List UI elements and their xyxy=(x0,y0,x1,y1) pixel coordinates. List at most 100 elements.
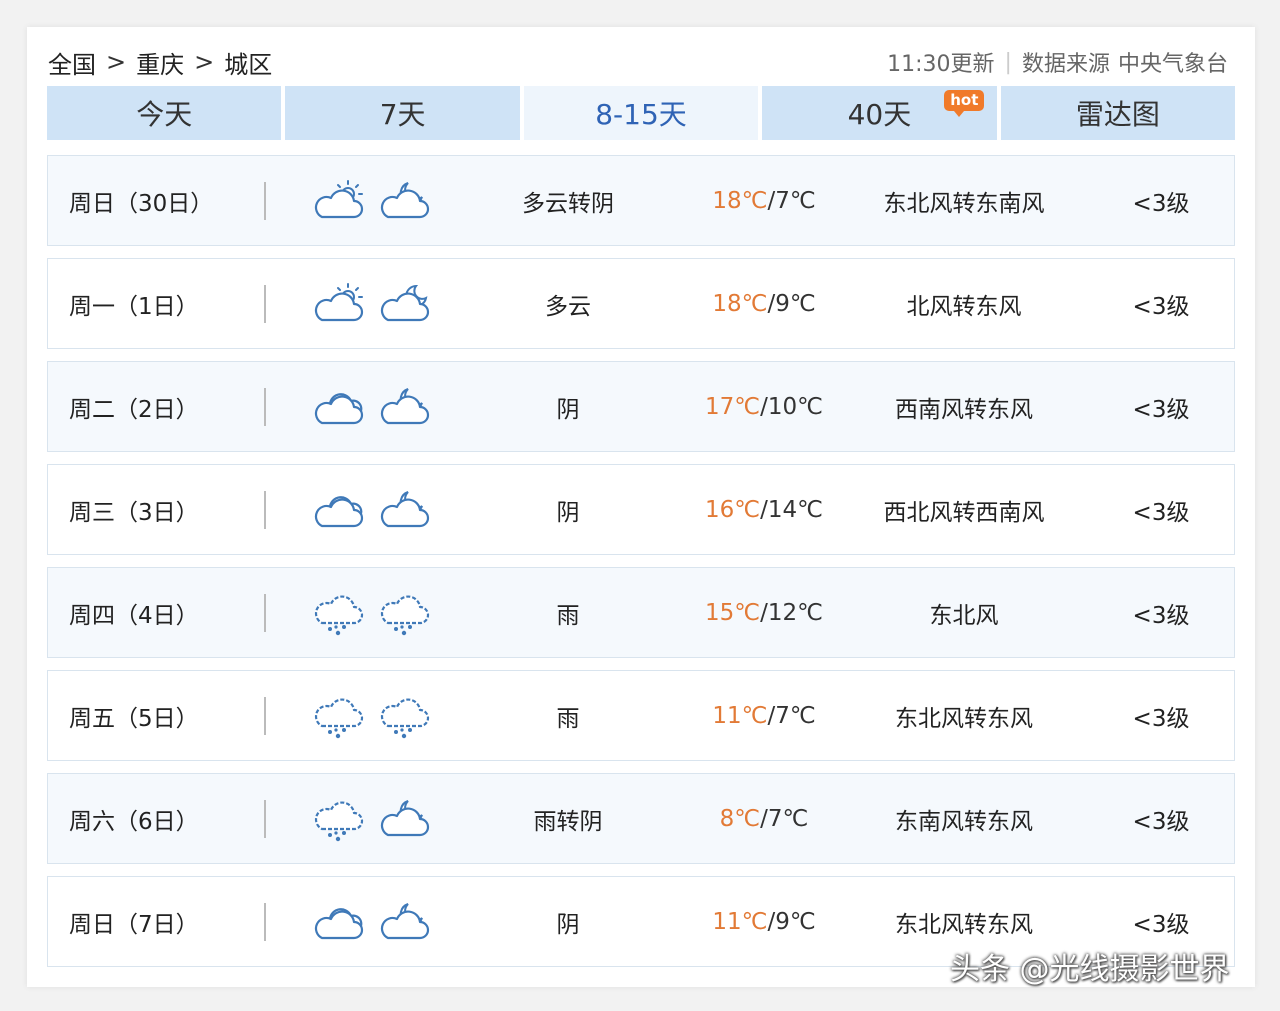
temperature-separator: / xyxy=(760,393,768,420)
row-divider xyxy=(264,182,266,220)
row-divider xyxy=(264,491,266,529)
forecast-row: 周六（6日） 雨转阴 8℃/7℃ 东南风转东风 <3级 xyxy=(47,773,1235,864)
high-temperature: 18℃ xyxy=(712,187,768,214)
day-label: 周四（4日） xyxy=(69,602,199,629)
row-divider xyxy=(264,800,266,838)
weather-icons xyxy=(310,877,430,966)
row-divider xyxy=(264,285,266,323)
row-divider xyxy=(264,697,266,735)
overcast-icon xyxy=(310,383,366,431)
high-temperature: 8℃ xyxy=(719,805,761,832)
high-temperature: 16℃ xyxy=(705,496,761,523)
temperature-range: 18℃/7℃ xyxy=(664,156,864,245)
temperature-range: 11℃/7℃ xyxy=(664,671,864,760)
forecast-tabs: 今天 7天 8-15天 40天 hot 雷达图 xyxy=(47,86,1236,140)
tab-label: 雷达图 xyxy=(1075,98,1160,131)
temperature-range: 11℃/9℃ xyxy=(664,877,864,966)
partly-cloudy-day-icon xyxy=(310,177,366,225)
tab-40-days[interactable]: 40天 hot xyxy=(762,86,997,140)
forecast-row: 周四（4日） 雨 15℃/12℃ 东北风 <3级 xyxy=(47,567,1235,658)
weather-icons xyxy=(310,774,430,863)
partly-cloudy-night-icon xyxy=(376,795,432,843)
update-time: 11:30更新 xyxy=(887,52,995,77)
temperature-separator: / xyxy=(767,702,776,729)
day-label: 周二（2日） xyxy=(69,396,199,423)
hot-badge: hot xyxy=(944,90,985,117)
breadcrumb-separator: > xyxy=(106,48,127,76)
forecast-row: 周日（30日） 多云转阴 18℃/7℃ 东北风转东南风 <3级 xyxy=(47,155,1235,246)
tab-label: 40天 xyxy=(847,98,912,131)
temperature-separator: / xyxy=(760,599,768,626)
tab-label: 7天 xyxy=(379,98,426,131)
low-temperature: 7℃ xyxy=(767,805,809,832)
weather-description: 雨 xyxy=(556,602,580,629)
wind-level: <3级 xyxy=(1132,396,1190,423)
breadcrumb-city[interactable]: 重庆 xyxy=(136,45,184,80)
wind-direction: 东南风转东风 xyxy=(895,808,1033,835)
weather-description: 雨 xyxy=(556,705,580,732)
temperature-separator: / xyxy=(760,805,768,832)
temperature-separator: / xyxy=(767,290,776,317)
partly-cloudy-night-icon xyxy=(376,898,432,946)
weather-icons xyxy=(310,568,430,657)
breadcrumb-country[interactable]: 全国 xyxy=(48,45,96,80)
tab-7-days[interactable]: 7天 xyxy=(285,86,520,140)
forecast-row: 周二（2日） 阴 17℃/10℃ 西南风转东风 <3级 xyxy=(47,361,1235,452)
wind-direction: 东北风 xyxy=(929,602,999,629)
temperature-range: 17℃/10℃ xyxy=(664,362,864,451)
weather-icons xyxy=(310,362,430,451)
wind-level: <3级 xyxy=(1132,293,1190,320)
rain-icon xyxy=(310,795,366,843)
wind-direction: 西北风转西南风 xyxy=(883,499,1045,526)
weather-icons xyxy=(310,259,430,348)
low-temperature: 14℃ xyxy=(767,496,823,523)
row-divider xyxy=(264,903,266,941)
forecast-row: 周三（3日） 阴 16℃/14℃ 西北风转西南风 <3级 xyxy=(47,464,1235,555)
weather-description: 阴 xyxy=(556,396,580,423)
wind-level: <3级 xyxy=(1132,705,1190,732)
low-temperature: 7℃ xyxy=(775,187,816,214)
overcast-icon xyxy=(310,486,366,534)
weather-icons xyxy=(310,671,430,760)
temperature-range: 18℃/9℃ xyxy=(664,259,864,348)
temperature-range: 15℃/12℃ xyxy=(664,568,864,657)
weather-description: 多云 xyxy=(545,293,591,320)
forecast-row: 周一（1日） 多云 18℃/9℃ 北风转东风 <3级 xyxy=(47,258,1235,349)
temperature-separator: / xyxy=(760,496,768,523)
low-temperature: 9℃ xyxy=(775,290,816,317)
low-temperature: 9℃ xyxy=(775,908,816,935)
low-temperature: 7℃ xyxy=(775,702,816,729)
source-value: 中央气象台 xyxy=(1117,52,1228,77)
forecast-list: 周日（30日） 多云转阴 18℃/7℃ 东北风转东南风 <3级 周一（1日） 多云 18℃/9… xyxy=(47,155,1235,979)
wind-direction: 西南风转东风 xyxy=(895,396,1033,423)
tab-today[interactable]: 今天 xyxy=(47,86,282,140)
update-meta: 11:30更新 | 数据来源 中央气象台 xyxy=(887,46,1228,78)
partly-cloudy-day-icon xyxy=(310,280,366,328)
day-label: 周一（1日） xyxy=(69,293,199,320)
breadcrumb-district[interactable]: 城区 xyxy=(224,45,272,80)
rain-icon xyxy=(376,589,432,637)
forecast-row: 周五（5日） 雨 11℃/7℃ 东北风转东风 <3级 xyxy=(47,670,1235,761)
day-label: 周五（5日） xyxy=(69,705,199,732)
tab-radar[interactable]: 雷达图 xyxy=(1000,86,1236,140)
row-divider xyxy=(264,388,266,426)
weather-description: 多云转阴 xyxy=(522,190,614,217)
weather-icons xyxy=(310,156,430,245)
tab-8-15-days[interactable]: 8-15天 xyxy=(523,86,759,140)
day-label: 周日（7日） xyxy=(69,911,199,938)
high-temperature: 11℃ xyxy=(712,702,768,729)
temperature-separator: / xyxy=(767,908,776,935)
wind-level: <3级 xyxy=(1132,602,1190,629)
day-label: 周三（3日） xyxy=(69,499,199,526)
rain-icon xyxy=(376,692,432,740)
partly-cloudy-night-icon xyxy=(376,486,432,534)
wind-direction: 东北风转东风 xyxy=(895,705,1033,732)
wind-level: <3级 xyxy=(1132,808,1190,835)
moon-cloud-icon xyxy=(376,280,432,328)
day-label: 周日（30日） xyxy=(69,190,214,217)
day-label: 周六（6日） xyxy=(69,808,199,835)
breadcrumb-separator: > xyxy=(194,48,215,76)
rain-icon xyxy=(310,692,366,740)
wind-level: <3级 xyxy=(1132,190,1190,217)
row-divider xyxy=(264,594,266,632)
